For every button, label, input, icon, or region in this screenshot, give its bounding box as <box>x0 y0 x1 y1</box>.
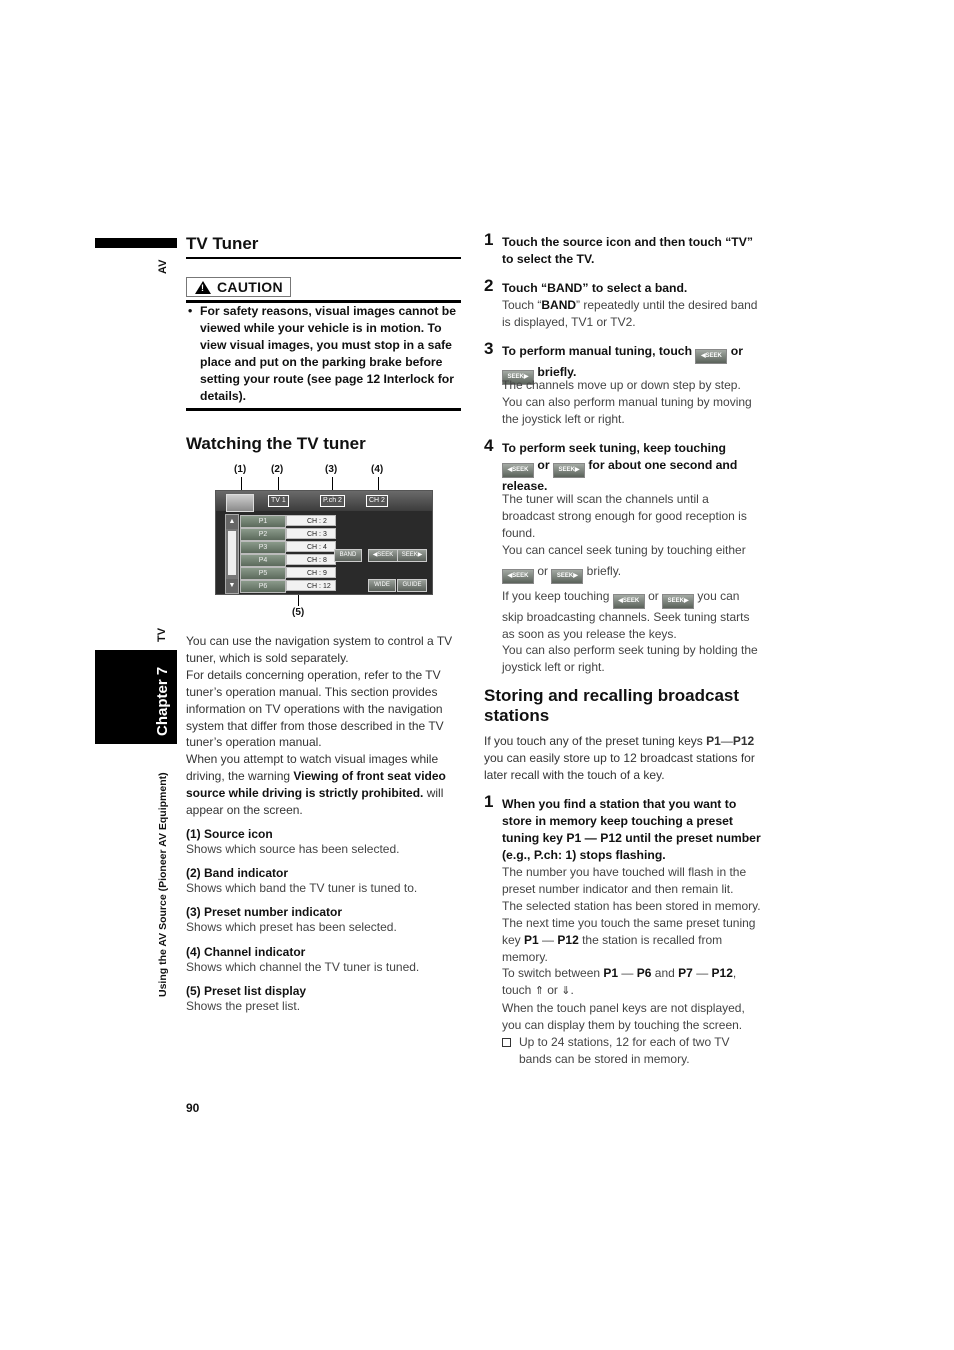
seek-right-icon: SEEK▶ <box>551 568 584 584</box>
preset-row[interactable]: P6 CH : 12 <box>240 580 336 593</box>
def-desc: Shows which source has been selected. <box>186 842 400 856</box>
heading-rule <box>186 257 461 259</box>
page-up-icon: ⇑ <box>534 985 544 998</box>
tv-tuner-heading: TV Tuner <box>186 234 259 253</box>
step-number: 4 <box>484 436 494 455</box>
preset-scrollbar[interactable]: ▲ ▼ <box>225 514 239 594</box>
preset-key[interactable]: P3 <box>240 541 286 554</box>
step-body: The channels move up or down step by ste… <box>502 378 752 426</box>
def-term: (5) Preset list display <box>186 984 307 998</box>
def-term: (2) Band indicator <box>186 866 289 880</box>
preset-row[interactable]: P2 CH : 3 <box>240 528 336 541</box>
note-checkbox-icon <box>502 1038 511 1048</box>
band-button[interactable]: BAND <box>334 549 362 562</box>
chapter-label: Chapter 7 <box>154 666 171 736</box>
source-icon[interactable] <box>226 494 254 512</box>
caution-rule-bottom <box>186 408 461 411</box>
step-heading: To perform seek tuning, keep touching ◀S… <box>502 441 738 493</box>
preset-key[interactable]: P5 <box>240 567 286 580</box>
callout-line <box>298 594 299 606</box>
step-number: 2 <box>484 276 494 295</box>
seek-right-icon: SEEK▶ <box>662 593 695 609</box>
side-label-av: AV <box>157 259 169 274</box>
def-desc: Shows which band the TV tuner is tuned t… <box>186 881 418 895</box>
caution-text: • For safety reasons, visual images cann… <box>188 304 457 403</box>
def-term: (4) Channel indicator <box>186 945 306 959</box>
watching-heading: Watching the TV tuner <box>186 434 366 453</box>
step-heading: Touch the source icon and then touch “TV… <box>502 235 753 266</box>
preset-row[interactable]: P4 CH : 8 <box>240 554 336 567</box>
step-number: 3 <box>484 339 494 358</box>
callout-4: (4) <box>371 464 384 475</box>
step-number: 1 <box>484 792 494 811</box>
def-term: (3) Preset number indicator <box>186 905 343 919</box>
preset-row[interactable]: P3 CH : 4 <box>240 541 336 554</box>
note-text: Up to 24 stations, 12 for each of two TV… <box>519 1035 730 1066</box>
preset-key[interactable]: P6 <box>240 580 286 593</box>
tv-tuner-screen: TV 1 P.ch 2 CH 2 ▲ ▼ P1 CH : 2 P2 CH : 3 P3 C… <box>215 490 433 595</box>
page-number: 90 <box>186 1101 200 1115</box>
preset-number-indicator: P.ch 2 <box>320 495 345 507</box>
def-desc: Shows which preset has been selected. <box>186 920 397 934</box>
storing-heading: Storing and recalling broadcast stations <box>484 686 740 725</box>
caution-badge: ! CAUTION <box>186 277 291 297</box>
callout-2: (2) <box>271 464 284 475</box>
side-label-tv: TV <box>156 627 168 642</box>
step-body: The number you have touched will flash i… <box>502 864 764 1068</box>
bullet-icon: • <box>188 304 193 318</box>
section-tab-bar <box>95 238 177 248</box>
def-desc: Shows which channel the TV tuner is tune… <box>186 960 420 974</box>
step-body: Touch “BAND” repeatedly until the desire… <box>502 298 758 329</box>
def-term: (1) Source icon <box>186 827 273 841</box>
channel-indicator: CH 2 <box>366 495 388 507</box>
preset-channel: CH : 3 <box>286 528 336 539</box>
storing-intro: If you touch any of the preset tuning ke… <box>484 734 755 782</box>
preset-key[interactable]: P4 <box>240 554 286 567</box>
section-label: Using the AV Source (Pioneer AV Equipmen… <box>157 772 169 997</box>
seek-left-button[interactable]: ◀SEEK <box>368 549 398 562</box>
preset-channel: CH : 9 <box>286 567 336 578</box>
band-indicator: TV 1 <box>268 495 289 507</box>
scroll-track <box>228 531 236 575</box>
step-heading: When you find a station that you want to… <box>502 797 761 862</box>
intro-text: You can use the navigation system to con… <box>186 634 453 818</box>
callout-5: (5) <box>292 607 305 618</box>
warning-icon: ! <box>195 280 211 294</box>
scroll-up-icon[interactable]: ▲ <box>226 515 238 529</box>
step-body: The tuner will scan the channels until a… <box>502 492 758 675</box>
def-desc: Shows the preset list. <box>186 999 301 1013</box>
seek-left-icon: ◀SEEK <box>612 593 645 609</box>
preset-channel: CH : 4 <box>286 541 336 552</box>
step-number: 1 <box>484 230 494 249</box>
wide-button[interactable]: WIDE <box>368 579 396 592</box>
preset-row[interactable]: P1 CH : 2 <box>240 515 336 528</box>
seek-left-icon: ◀SEEK <box>502 463 534 478</box>
preset-channel: CH : 12 <box>286 580 336 591</box>
seek-left-icon: ◀SEEK <box>695 349 728 364</box>
guide-button[interactable]: GUIDE <box>397 579 427 592</box>
preset-key[interactable]: P2 <box>240 528 286 541</box>
preset-key[interactable]: P1 <box>240 515 286 528</box>
page-down-icon: ⇓ <box>561 985 571 998</box>
callout-3: (3) <box>325 464 338 475</box>
preset-channel: CH : 2 <box>286 515 336 526</box>
scroll-down-icon[interactable]: ▼ <box>226 579 238 593</box>
seek-right-icon: SEEK▶ <box>552 463 585 478</box>
seek-left-icon: ◀SEEK <box>502 568 534 584</box>
preset-row[interactable]: P5 CH : 9 <box>240 567 336 580</box>
preset-channel: CH : 8 <box>286 554 336 565</box>
step-heading: Touch “BAND” to select a band. <box>502 281 688 295</box>
seek-right-button[interactable]: SEEK▶ <box>397 549 427 562</box>
callout-1: (1) <box>234 464 247 475</box>
caution-label: CAUTION <box>217 279 283 295</box>
